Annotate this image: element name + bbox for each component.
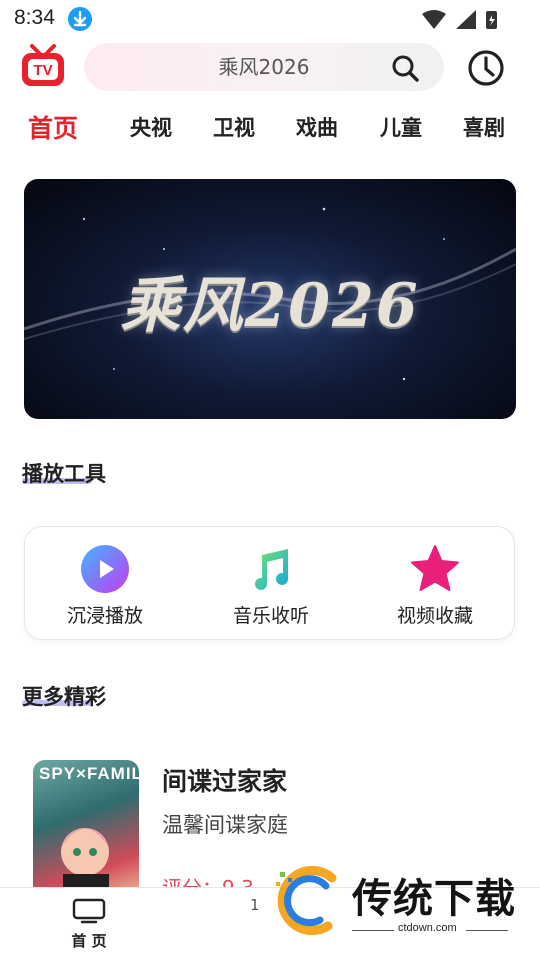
tab-kids[interactable]: 儿童 <box>380 112 422 142</box>
music-note-icon <box>245 543 297 595</box>
history-clock-icon[interactable] <box>466 48 506 88</box>
wifi-icon <box>422 10 446 29</box>
tool-music[interactable]: 音乐收听 <box>191 543 351 628</box>
nav-home-label: 首 页 <box>71 932 107 950</box>
app-logo-icon: TV <box>20 42 66 88</box>
svg-text:TV: TV <box>33 62 52 79</box>
tab-comedy[interactable]: 喜剧 <box>463 112 505 142</box>
tools-card: 沉浸播放 音乐收听 视频收藏 <box>24 526 515 640</box>
banner-title: 乘风2026 <box>120 271 420 341</box>
banner-carousel[interactable]: 乘风2026 <box>24 179 516 419</box>
watermark-divider <box>466 930 508 931</box>
star-icon <box>409 543 461 595</box>
tool-label: 音乐收听 <box>232 605 309 627</box>
more-section-title: 更多精彩 <box>22 685 106 709</box>
status-icons <box>420 8 500 36</box>
download-icon <box>68 7 92 31</box>
tab-home[interactable]: 首页 <box>28 109 78 145</box>
watermark-url: ctdown.com <box>398 922 457 934</box>
nav-item-second[interactable]: 1 <box>250 896 260 914</box>
nav-home[interactable]: 首 页 <box>66 898 112 951</box>
signal-icon <box>456 10 476 29</box>
poster-image[interactable]: SPY×FAMILY <box>33 760 139 900</box>
tools-section-title: 播放工具 <box>22 462 106 486</box>
tv-icon <box>66 898 112 928</box>
tab-cctv[interactable]: 央视 <box>130 112 172 142</box>
play-icon <box>79 543 131 595</box>
tool-immersive-play[interactable]: 沉浸播放 <box>25 543 185 628</box>
watermark-logo-icon <box>270 864 344 938</box>
tool-label: 视频收藏 <box>396 605 473 627</box>
status-time: 8:34 <box>14 6 55 29</box>
search-icon[interactable] <box>390 53 420 83</box>
item-title[interactable]: 间谍过家家 <box>162 762 287 798</box>
tool-favorites[interactable]: 视频收藏 <box>355 543 515 628</box>
tab-opera[interactable]: 戏曲 <box>296 112 338 142</box>
item-description: 温馨间谍家庭 <box>162 813 288 837</box>
tab-satellite[interactable]: 卫视 <box>213 112 255 142</box>
watermark-text: 传统下载 <box>352 876 516 922</box>
search-bar[interactable]: 乘风2026 <box>84 43 444 91</box>
tool-label: 沉浸播放 <box>66 605 143 627</box>
watermark-divider <box>352 930 394 931</box>
